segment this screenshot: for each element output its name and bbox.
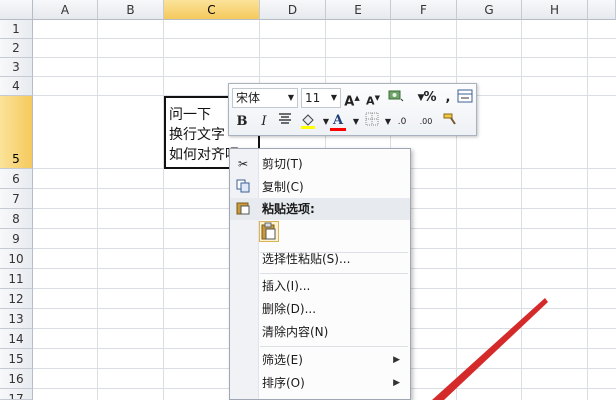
annotation-arrow-shaft — [432, 298, 548, 400]
annotation-arrow — [432, 298, 548, 400]
